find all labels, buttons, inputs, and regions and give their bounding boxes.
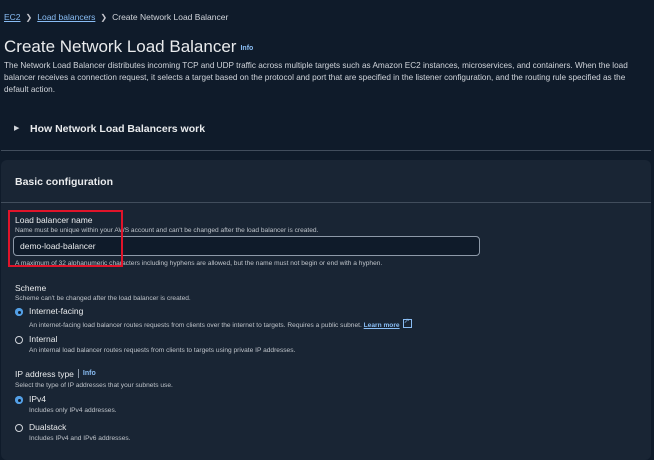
basic-configuration-panel: Basic configuration <box>1 160 651 460</box>
radio-internet-facing[interactable] <box>15 308 23 316</box>
panel-heading: Basic configuration <box>15 176 114 188</box>
lb-name-constraint: A maximum of 32 alphanumeric characters … <box>15 260 383 267</box>
ipv4-desc: Includes only IPv4 addresses. <box>29 407 117 414</box>
internal-label: Internal <box>29 334 58 344</box>
learn-more-link[interactable]: Learn more <box>364 322 400 329</box>
ip-type-label: IP address type <box>15 369 74 379</box>
expander-label: How Network Load Balancers work <box>30 123 206 135</box>
breadcrumb-load-balancers-link[interactable]: Load balancers <box>37 12 95 22</box>
radio-internal[interactable] <box>15 336 23 344</box>
dualstack-desc: Includes IPv4 and IPv6 addresses. <box>29 435 131 442</box>
dualstack-label: Dualstack <box>29 422 67 432</box>
chevron-right-icon: ❯ <box>25 12 33 22</box>
chevron-right-icon: ❯ <box>100 12 108 22</box>
external-link-icon[interactable] <box>402 317 412 328</box>
ipv4-label: IPv4 <box>29 394 47 404</box>
title-info-link[interactable]: Info <box>240 45 253 52</box>
ip-type-label-row: IP address type Info <box>15 369 96 379</box>
internet-facing-desc: An internet-facing load balancer routes … <box>29 317 412 329</box>
how-it-works-expander[interactable]: ▶ How Network Load Balancers work <box>1 114 651 151</box>
page-title: Create Network Load Balancer Info <box>4 37 253 57</box>
scheme-hint: Scheme can't be changed after the load b… <box>15 295 191 302</box>
internet-facing-label: Internet-facing <box>29 306 84 316</box>
ip-type-info-link[interactable]: Info <box>83 370 96 377</box>
radio-ipv4[interactable] <box>15 396 23 404</box>
lb-name-input[interactable]: demo-load-balancer <box>13 236 480 256</box>
scheme-label: Scheme <box>15 283 47 293</box>
breadcrumb-current: Create Network Load Balancer <box>112 12 229 22</box>
radio-dualstack[interactable] <box>15 424 23 432</box>
page-title-text: Create Network Load Balancer <box>4 37 237 56</box>
lb-name-hint: Name must be unique within your AWS acco… <box>15 227 319 234</box>
breadcrumb: EC2 ❯ Load balancers ❯ Create Network Lo… <box>4 12 228 22</box>
lb-name-value: demo-load-balancer <box>20 241 96 251</box>
breadcrumb-ec2-link[interactable]: EC2 <box>4 12 21 22</box>
page-description: The Network Load Balancer distributes in… <box>4 61 628 94</box>
internal-desc: An internal load balancer routes request… <box>29 347 296 354</box>
ip-type-hint: Select the type of IP addresses that you… <box>15 382 173 389</box>
lb-name-label: Load balancer name <box>15 215 93 225</box>
internet-facing-desc-text: An internet-facing load balancer routes … <box>29 322 362 329</box>
divider <box>77 369 79 378</box>
caret-right-icon: ▶ <box>14 125 20 132</box>
panel-header: Basic configuration <box>1 160 651 203</box>
